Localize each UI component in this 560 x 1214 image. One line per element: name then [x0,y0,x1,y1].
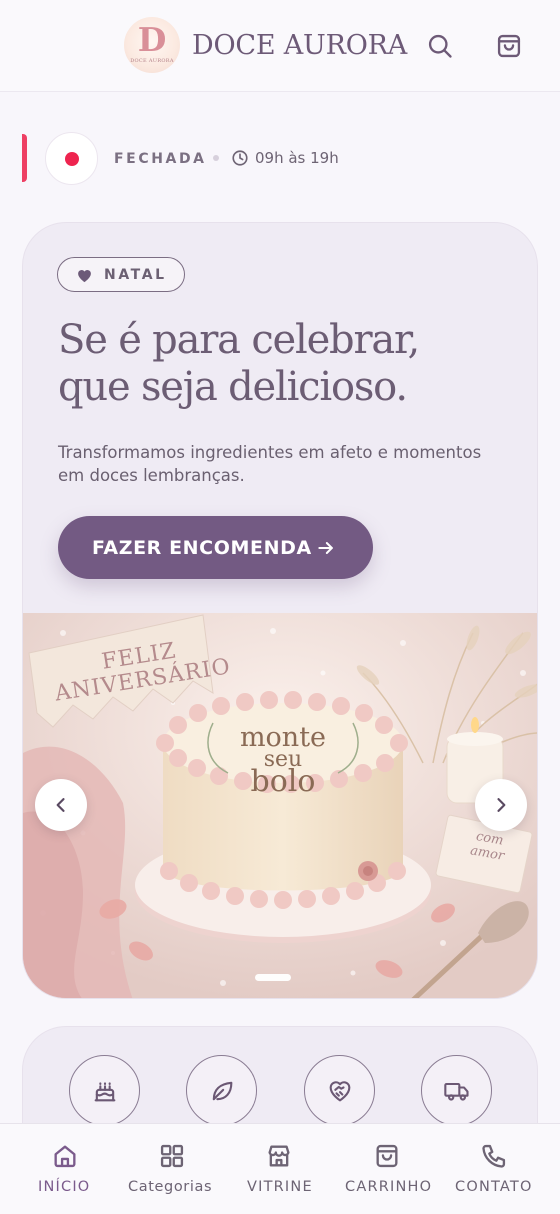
app-header: D DOCE AURORA DOCE AURORA [0,0,560,92]
nav-label-showcase: VITRINE [247,1179,313,1195]
headline-line-2: que seja delicioso. [58,364,408,410]
arrow-right-icon [318,542,333,554]
brand-name[interactable]: DOCE AURORA [192,28,407,64]
search-icon[interactable] [426,32,454,60]
nav-label-cart: CARRINHO [345,1179,433,1195]
hero-carousel-slide[interactable]: FELIZ ANIVERSÁRIO monte seu bolo com amo… [23,613,537,998]
heart-icon [78,270,91,283]
hero-subtext: Transformamos ingredientes em afeto e mo… [58,443,482,485]
clock-icon [231,149,249,167]
bottom-navigation: INÍCIO Categorias VITRINE CARRINHO CONTA… [0,1123,560,1214]
feature-natural[interactable] [186,1055,257,1126]
heart-handshake-icon [329,1081,351,1102]
status-dot [65,152,79,166]
status-separator [213,155,219,161]
carousel-indicator[interactable] [255,974,291,981]
nav-label-home: INÍCIO [38,1179,91,1195]
phone-icon [482,1144,506,1168]
opening-hours: 09h às 19h [255,149,339,167]
hero-headline: Se é para celebrar, que seja delicioso. [58,317,518,411]
home-icon [54,1145,76,1168]
order-button[interactable]: FAZER ENCOMENDA [58,516,373,579]
feature-delivery[interactable] [421,1055,492,1126]
cake-icon [94,1082,116,1102]
brand-logo[interactable]: D DOCE AURORA [124,17,180,73]
chevron-left-icon [56,798,65,812]
carousel-prev-button[interactable] [35,779,87,831]
logo-monogram: D [137,20,167,59]
nav-label-contact: CONTATO [455,1179,533,1195]
logo-small-text: DOCE AURORA [130,58,174,64]
shopping-bag-icon [376,1144,398,1168]
headline-line-1: Se é para celebrar, [58,317,420,363]
cake-topper-text: monte seu bolo [193,724,373,799]
nav-item-showcase[interactable]: VITRINE [244,1124,318,1214]
truck-icon [444,1082,469,1101]
carousel-next-button[interactable] [475,779,527,831]
leaf-icon [212,1081,233,1101]
nav-item-home[interactable]: INÍCIO [30,1124,104,1214]
nav-label-categories: Categorias [128,1179,213,1195]
store-status: FECHADA [114,151,207,167]
hero-card: NATAL Se é para celebrar, que seja delic… [22,222,538,999]
cake-text-line-3: bolo [250,764,316,799]
status-indicator [45,132,98,185]
grid-icon [160,1144,184,1168]
nav-item-cart[interactable]: CARRINHO [342,1124,434,1214]
nav-item-contact[interactable]: CONTATO [452,1124,542,1214]
order-button-label: FAZER ENCOMENDA [92,537,312,559]
status-accent-bar [22,134,27,182]
feature-care[interactable] [304,1055,375,1126]
store-icon [268,1145,290,1167]
nav-item-categories[interactable]: Categorias [124,1124,220,1214]
shopping-bag-icon[interactable] [495,32,523,60]
chevron-right-icon [497,798,506,812]
season-tag[interactable]: NATAL [57,257,185,292]
feature-cake[interactable] [69,1055,140,1126]
season-tag-label: NATAL [104,267,167,283]
